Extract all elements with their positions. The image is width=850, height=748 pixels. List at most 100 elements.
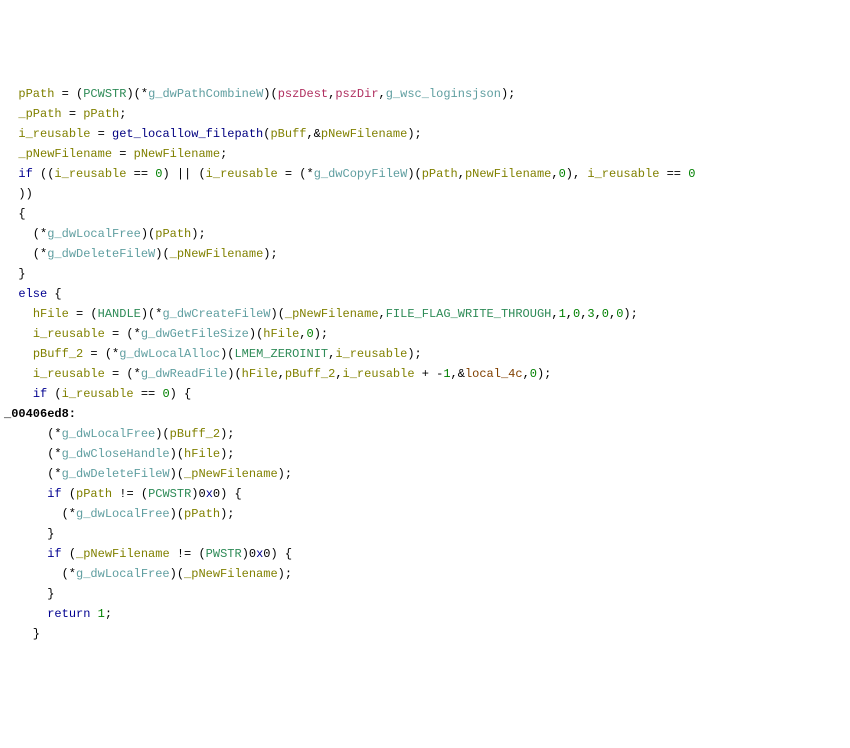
code-line[interactable]: (*g_dwLocalFree)(pPath); bbox=[4, 504, 846, 524]
code-token: hFile bbox=[263, 327, 299, 341]
code-token: pszDir bbox=[335, 87, 378, 101]
code-token: { bbox=[47, 287, 61, 301]
code-line[interactable]: pBuff_2 = (*g_dwLocalAlloc)(LMEM_ZEROINI… bbox=[4, 344, 846, 364]
code-token bbox=[4, 167, 18, 181]
code-token: 0 bbox=[559, 167, 566, 181]
code-token: )( bbox=[271, 307, 285, 321]
code-line[interactable]: } bbox=[4, 584, 846, 604]
code-line[interactable]: _00406ed8: bbox=[4, 404, 846, 424]
code-line[interactable]: (*g_dwLocalFree)(pBuff_2); bbox=[4, 424, 846, 444]
code-line[interactable]: if (i_reusable == 0) { bbox=[4, 384, 846, 404]
code-token: pNewFilename bbox=[465, 167, 551, 181]
decompile-code-view[interactable]: pPath = (PCWSTR)(*g_dwPathCombineW)(pszD… bbox=[4, 84, 846, 644]
code-line[interactable]: hFile = (HANDLE)(*g_dwCreateFileW)(_pNew… bbox=[4, 304, 846, 324]
code-token: pBuff_2 bbox=[170, 427, 220, 441]
code-token: i_reusable bbox=[33, 367, 105, 381]
code-token: ); bbox=[278, 567, 292, 581]
code-token: _pNewFilename bbox=[170, 247, 264, 261]
code-token: (* bbox=[4, 427, 62, 441]
code-token: ,& bbox=[451, 367, 465, 381]
code-token: ); bbox=[501, 87, 515, 101]
code-line[interactable]: (*g_dwLocalFree)(pPath); bbox=[4, 224, 846, 244]
code-token bbox=[90, 607, 97, 621]
code-token: g_dwCopyFileW bbox=[314, 167, 408, 181]
code-token: ( bbox=[62, 487, 76, 501]
code-token: , bbox=[379, 307, 386, 321]
code-token: ); bbox=[263, 247, 277, 261]
code-line[interactable]: _pNewFilename = pNewFilename; bbox=[4, 144, 846, 164]
code-line[interactable]: else { bbox=[4, 284, 846, 304]
code-token bbox=[4, 547, 47, 561]
code-line[interactable]: if (pPath != (PCWSTR)0x0) { bbox=[4, 484, 846, 504]
code-token: ); bbox=[407, 127, 421, 141]
code-token: pPath bbox=[184, 507, 220, 521]
code-token: pPath bbox=[422, 167, 458, 181]
code-token: i_reusable bbox=[335, 347, 407, 361]
code-token: pNewFilename bbox=[321, 127, 407, 141]
code-token: , bbox=[551, 307, 558, 321]
code-token: , bbox=[595, 307, 602, 321]
code-token: = ( bbox=[54, 87, 83, 101]
code-line[interactable]: } bbox=[4, 524, 846, 544]
code-token: pszDest bbox=[278, 87, 328, 101]
code-line[interactable]: (*g_dwCloseHandle)(hFile); bbox=[4, 444, 846, 464]
code-token: g_dwLocalFree bbox=[47, 227, 141, 241]
code-token: ); bbox=[220, 507, 234, 521]
code-line[interactable]: _pPath = pPath; bbox=[4, 104, 846, 124]
code-line[interactable]: (*g_dwDeleteFileW)(_pNewFilename); bbox=[4, 464, 846, 484]
code-line[interactable]: (*g_dwLocalFree)(_pNewFilename); bbox=[4, 564, 846, 584]
code-line[interactable]: { bbox=[4, 204, 846, 224]
code-token: (* bbox=[4, 247, 47, 261]
code-line[interactable]: (*g_dwDeleteFileW)(_pNewFilename); bbox=[4, 244, 846, 264]
code-token: )) bbox=[4, 187, 33, 201]
code-token: i_reusable bbox=[18, 127, 90, 141]
code-token: _pNewFilename bbox=[18, 147, 112, 161]
code-token: g_wsc_loginsjson bbox=[386, 87, 501, 101]
code-line[interactable]: } bbox=[4, 624, 846, 644]
code-token: 3 bbox=[587, 307, 594, 321]
code-token: , bbox=[299, 327, 306, 341]
code-token: _pPath bbox=[18, 107, 61, 121]
code-token: PCWSTR bbox=[83, 87, 126, 101]
code-token: = (* bbox=[83, 347, 119, 361]
code-token: 0 bbox=[688, 167, 695, 181]
code-token: g_dwCreateFileW bbox=[162, 307, 270, 321]
code-token: = (* bbox=[278, 167, 314, 181]
code-line[interactable]: i_reusable = get_locallow_filepath(pBuff… bbox=[4, 124, 846, 144]
code-token: ,& bbox=[306, 127, 320, 141]
code-token bbox=[4, 287, 18, 301]
code-token: g_dwDeleteFileW bbox=[47, 247, 155, 261]
code-token bbox=[4, 87, 18, 101]
code-token: else bbox=[18, 287, 47, 301]
code-token: = bbox=[62, 107, 84, 121]
code-token: PWSTR bbox=[206, 547, 242, 561]
code-line[interactable]: return 1; bbox=[4, 604, 846, 624]
code-token: )(* bbox=[141, 307, 163, 321]
code-token: 0 bbox=[307, 327, 314, 341]
code-token: 1 bbox=[559, 307, 566, 321]
code-token: pBuff bbox=[270, 127, 306, 141]
code-line[interactable]: i_reusable = (*g_dwReadFile)(hFile,pBuff… bbox=[4, 364, 846, 384]
code-line[interactable]: if ((i_reusable == 0) || (i_reusable = (… bbox=[4, 164, 846, 184]
code-token: _00406ed8: bbox=[4, 407, 76, 421]
code-token: == bbox=[659, 167, 688, 181]
code-token: , bbox=[335, 367, 342, 381]
code-token bbox=[4, 327, 33, 341]
code-token: )( bbox=[263, 87, 277, 101]
code-line[interactable]: if (_pNewFilename != (PWSTR)0x0) { bbox=[4, 544, 846, 564]
code-line[interactable]: i_reusable = (*g_dwGetFileSize)(hFile,0)… bbox=[4, 324, 846, 344]
code-token: (* bbox=[4, 447, 62, 461]
code-token: FILE_FLAG_WRITE_THROUGH bbox=[386, 307, 552, 321]
code-line[interactable]: pPath = (PCWSTR)(*g_dwPathCombineW)(pszD… bbox=[4, 84, 846, 104]
code-line[interactable]: } bbox=[4, 264, 846, 284]
code-token: g_dwCloseHandle bbox=[62, 447, 170, 461]
code-token: 0) { bbox=[213, 487, 242, 501]
code-token: pPath bbox=[76, 487, 112, 501]
code-token: , bbox=[523, 367, 530, 381]
code-token: (* bbox=[4, 227, 47, 241]
code-line[interactable]: )) bbox=[4, 184, 846, 204]
code-token: i_reusable bbox=[33, 327, 105, 341]
code-token: } bbox=[4, 587, 54, 601]
code-token: _pNewFilename bbox=[76, 547, 170, 561]
code-token: i_reusable bbox=[54, 167, 126, 181]
